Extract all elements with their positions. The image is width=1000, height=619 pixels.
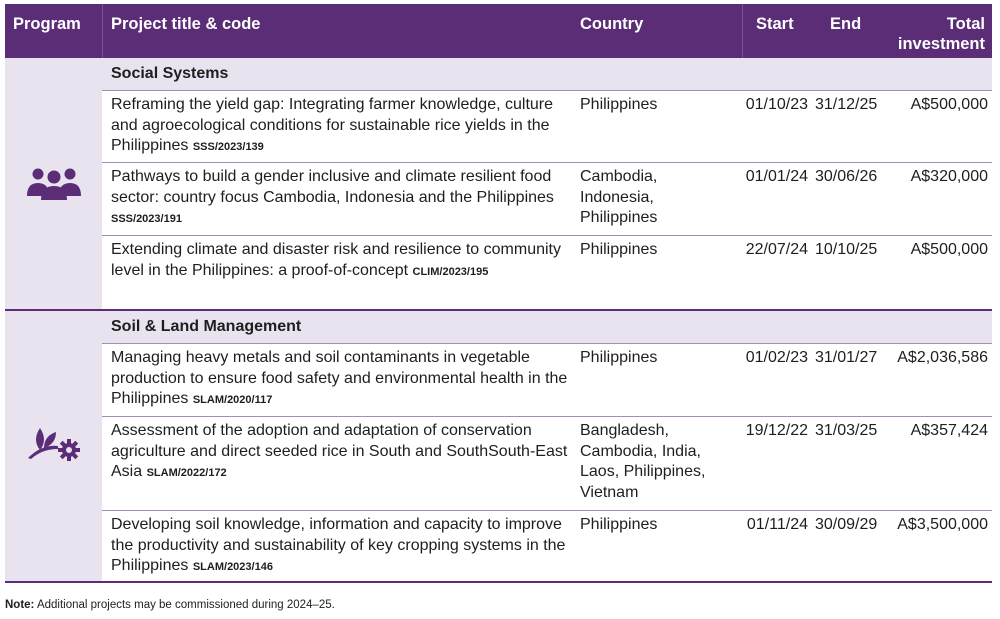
project-investment: A$2,036,586: [897, 349, 988, 366]
footnote: Note: Additional projects may be commiss…: [5, 599, 335, 611]
table-row: Developing soil knowledge, information a…: [102, 510, 992, 581]
project-investment: A$320,000: [910, 168, 988, 185]
project-start: 01/01/24: [745, 168, 808, 185]
project-investment: A$500,000: [910, 241, 988, 258]
header-divider: [102, 4, 103, 58]
table-row: Extending climate and disaster risk and …: [102, 235, 992, 309]
footnote-label: Note:: [5, 599, 35, 611]
program-subheader: Soil & Land Management: [102, 311, 992, 343]
project-code: SLAM/2020/117: [192, 394, 273, 406]
project-investment: A$357,424: [910, 422, 988, 439]
header-divider: [742, 4, 743, 58]
projects-table: Program Project title & code Country Sta…: [5, 4, 992, 583]
project-start: 01/10/23: [745, 96, 808, 113]
project-code: CLIM/2023/195: [412, 265, 489, 278]
table-row: Managing heavy metals and soil contamina…: [102, 343, 992, 416]
people-group-icon: [26, 168, 81, 200]
project-end: 31/01/27: [815, 349, 878, 366]
project-title: Reframing the yield gap: Integrating far…: [111, 96, 554, 154]
project-title: Managing heavy metals and soil contamina…: [111, 349, 568, 407]
program-cell: [5, 311, 102, 581]
project-country: Philippines: [580, 349, 658, 366]
project-start: 01/02/23: [745, 349, 808, 366]
project-code: SSS/2023/139: [192, 141, 264, 153]
project-country: Bangladesh, Cambodia, India, Laos, Phili…: [580, 422, 706, 501]
project-code: SLAM/2023/146: [192, 561, 273, 573]
project-title: Pathways to build a gender inclusive and…: [111, 168, 554, 225]
project-country: Philippines: [580, 241, 658, 258]
project-title: Assessment of the adoption and adaptatio…: [111, 422, 568, 480]
project-start: 01/11/24: [746, 516, 808, 533]
header-start: Start: [756, 15, 794, 33]
project-country: Philippines: [580, 516, 658, 533]
project-country: Philippines: [580, 96, 658, 113]
program-cell: [5, 58, 102, 309]
project-title: Extending climate and disaster risk and …: [111, 241, 561, 279]
project-end: 30/09/29: [815, 516, 878, 533]
header-end: End: [830, 15, 862, 33]
plant-gear-icon: [27, 428, 80, 461]
project-end: 10/10/25: [815, 241, 878, 258]
project-code: SSS/2023/191: [111, 213, 182, 225]
header-title-code: Project title & code: [111, 15, 261, 33]
project-code: SLAM/2022/172: [146, 467, 227, 479]
project-investment: A$3,500,000: [897, 516, 988, 533]
header-total-investment: Total investment: [897, 15, 985, 53]
project-investment: A$500,000: [910, 96, 988, 113]
project-end: 30/06/26: [815, 168, 878, 185]
project-country: Cambodia, Indonesia, Philippines: [580, 168, 658, 226]
table-row: Assessment of the adoption and adaptatio…: [102, 416, 992, 510]
table-row: Reframing the yield gap: Integrating far…: [102, 90, 992, 162]
table-header: Program Project title & code Country Sta…: [5, 4, 992, 58]
project-start: 19/12/22: [745, 422, 808, 439]
header-country: Country: [580, 15, 644, 33]
table-row: Pathways to build a gender inclusive and…: [102, 162, 992, 235]
header-program: Program: [13, 15, 81, 33]
project-title: Developing soil knowledge, information a…: [111, 516, 566, 574]
project-end: 31/03/25: [815, 422, 878, 439]
program-group-soil-land-management: Soil & Land Management Managing heavy me…: [5, 311, 992, 583]
program-subheader: Social Systems: [102, 58, 992, 90]
project-end: 31/12/25: [815, 96, 878, 113]
project-start: 22/07/24: [745, 241, 808, 258]
program-group-social-systems: Social Systems Reframing the yield gap: …: [5, 58, 992, 311]
footnote-text: Additional projects may be commissioned …: [36, 599, 335, 611]
